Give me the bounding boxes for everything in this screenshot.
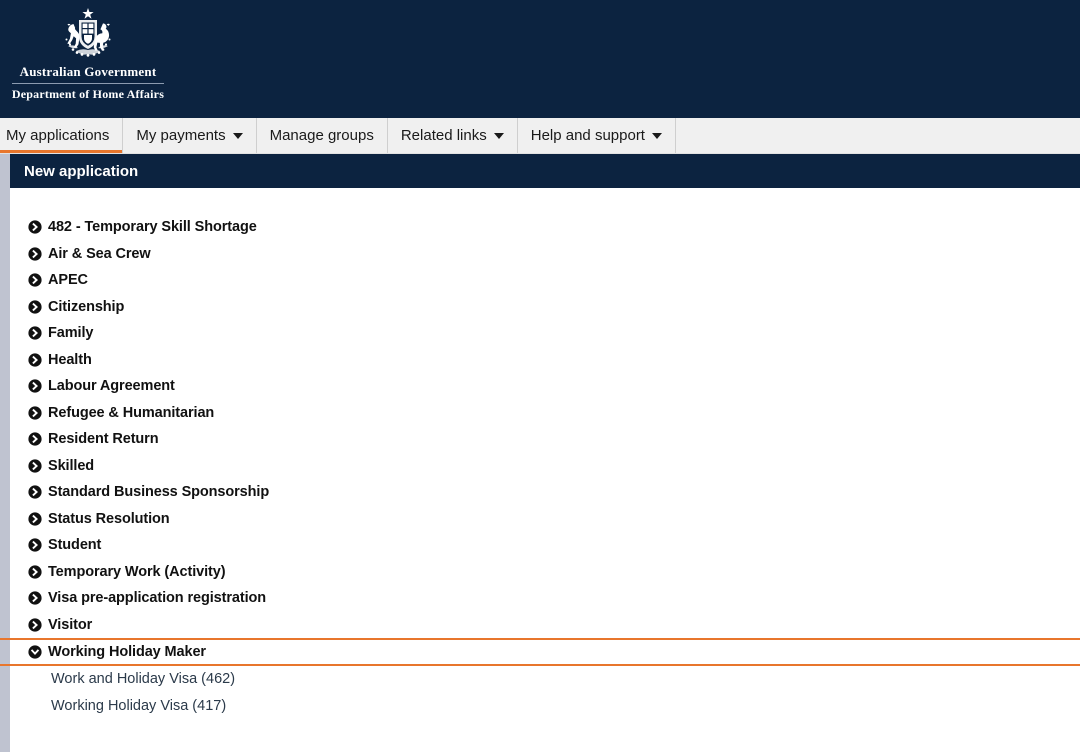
category-label: Skilled: [48, 457, 95, 474]
category-label: Resident Return: [48, 431, 159, 448]
main-navigation: My applications My payments Manage group…: [0, 118, 1080, 154]
category-label: Standard Business Sponsorship: [48, 484, 270, 501]
category-row-student[interactable]: Student: [10, 532, 1080, 559]
category-label: Visa pre-application registration: [48, 590, 267, 607]
chevron-down-circle-icon: [28, 645, 42, 659]
category-label: APEC: [48, 272, 88, 289]
chevron-right-circle-icon: [28, 432, 42, 446]
chevron-right-circle-icon: [28, 379, 42, 393]
site-masthead: Australian Government Department of Home…: [0, 0, 1080, 118]
department-name: Department of Home Affairs: [11, 87, 165, 101]
chevron-right-circle-icon: [28, 618, 42, 632]
category-row-visa-pre-application-registration[interactable]: Visa pre-application registration: [10, 585, 1080, 612]
chevron-right-circle-icon: [28, 353, 42, 367]
subitem-label: Working Holiday Visa (417): [51, 697, 227, 714]
nav-tab-label: My payments: [136, 127, 226, 144]
category-row-refugee-humanitarian[interactable]: Refugee & Humanitarian: [10, 400, 1080, 427]
category-row-skilled[interactable]: Skilled: [10, 453, 1080, 480]
category-label: Family: [48, 325, 94, 342]
nav-tab-label: Manage groups: [269, 127, 374, 144]
category-label: Refugee & Humanitarian: [48, 404, 215, 421]
subitem-row-working-holiday-visa-417[interactable]: Working Holiday Visa (417): [10, 693, 1080, 720]
chevron-right-circle-icon: [28, 459, 42, 473]
chevron-right-circle-icon: [28, 220, 42, 234]
chevron-right-circle-icon: [28, 512, 42, 526]
category-label: Student: [48, 537, 102, 554]
nav-tab-my-payments[interactable]: My payments: [123, 118, 257, 153]
chevron-right-circle-icon: [28, 406, 42, 420]
category-label: Health: [48, 351, 92, 368]
chevron-right-circle-icon: [28, 538, 42, 552]
australian-coat-of-arms-icon: [65, 8, 111, 57]
category-label: Working Holiday Maker: [48, 644, 206, 660]
chevron-right-circle-icon: [28, 485, 42, 499]
category-label: Air & Sea Crew: [48, 245, 151, 262]
category-label: Status Resolution: [48, 510, 170, 527]
panel-header: New application: [10, 154, 1080, 188]
category-row-temporary-work-activity[interactable]: Temporary Work (Activity): [10, 559, 1080, 586]
subitem-row-work-and-holiday-visa-462[interactable]: Work and Holiday Visa (462): [10, 666, 1080, 693]
nav-tab-help-and-support[interactable]: Help and support: [518, 118, 676, 153]
category-row-health[interactable]: Health: [10, 347, 1080, 374]
page-body: New application 482 - Temporary Skill Sh…: [0, 154, 1080, 752]
nav-tab-label: Related links: [400, 127, 487, 144]
nav-tab-label: My applications: [6, 127, 110, 144]
nav-tab-related-links[interactable]: Related links: [388, 118, 518, 153]
nav-tab-manage-groups[interactable]: Manage groups: [257, 118, 388, 153]
government-branding: Australian Government Department of Home…: [8, 4, 168, 102]
chevron-right-circle-icon: [28, 565, 42, 579]
nav-tab-my-applications[interactable]: My applications: [0, 118, 124, 153]
subitem-label: Work and Holiday Visa (462): [51, 671, 236, 688]
chevron-down-icon: [651, 132, 662, 139]
category-label: 482 - Temporary Skill Shortage: [48, 219, 257, 236]
chevron-down-icon: [232, 132, 243, 139]
category-row-air-sea-crew[interactable]: Air & Sea Crew: [10, 241, 1080, 268]
page-title: New application: [24, 162, 139, 180]
category-row-resident-return[interactable]: Resident Return: [10, 426, 1080, 453]
category-row-labour-agreement[interactable]: Labour Agreement: [10, 373, 1080, 400]
category-row-status-resolution[interactable]: Status Resolution: [10, 506, 1080, 533]
chevron-down-icon: [493, 132, 504, 139]
category-row-visitor[interactable]: Visitor: [10, 612, 1080, 639]
chevron-right-circle-icon: [28, 300, 42, 314]
category-row-apec[interactable]: APEC: [10, 267, 1080, 294]
chevron-right-circle-icon: [28, 591, 42, 605]
category-label: Citizenship: [48, 298, 125, 315]
application-category-list: 482 - Temporary Skill Shortage Air & Sea …: [0, 188, 1080, 720]
nav-tab-label: Help and support: [530, 127, 645, 144]
category-label: Visitor: [48, 616, 93, 633]
category-row-482-temporary-skill-shortage[interactable]: 482 - Temporary Skill Shortage: [10, 214, 1080, 241]
category-row-standard-business-sponsorship[interactable]: Standard Business Sponsorship: [10, 479, 1080, 506]
category-label: Labour Agreement: [48, 378, 175, 395]
new-application-panel: New application 482 - Temporary Skill Sh…: [0, 154, 1080, 752]
government-name: Australian Government: [12, 64, 164, 84]
category-row-citizenship[interactable]: Citizenship: [10, 294, 1080, 321]
chevron-right-circle-icon: [28, 247, 42, 261]
category-label: Temporary Work (Activity): [48, 563, 226, 580]
chevron-right-circle-icon: [28, 273, 42, 287]
chevron-right-circle-icon: [28, 326, 42, 340]
category-row-working-holiday-maker[interactable]: Working Holiday Maker: [0, 638, 1080, 666]
category-row-family[interactable]: Family: [10, 320, 1080, 347]
